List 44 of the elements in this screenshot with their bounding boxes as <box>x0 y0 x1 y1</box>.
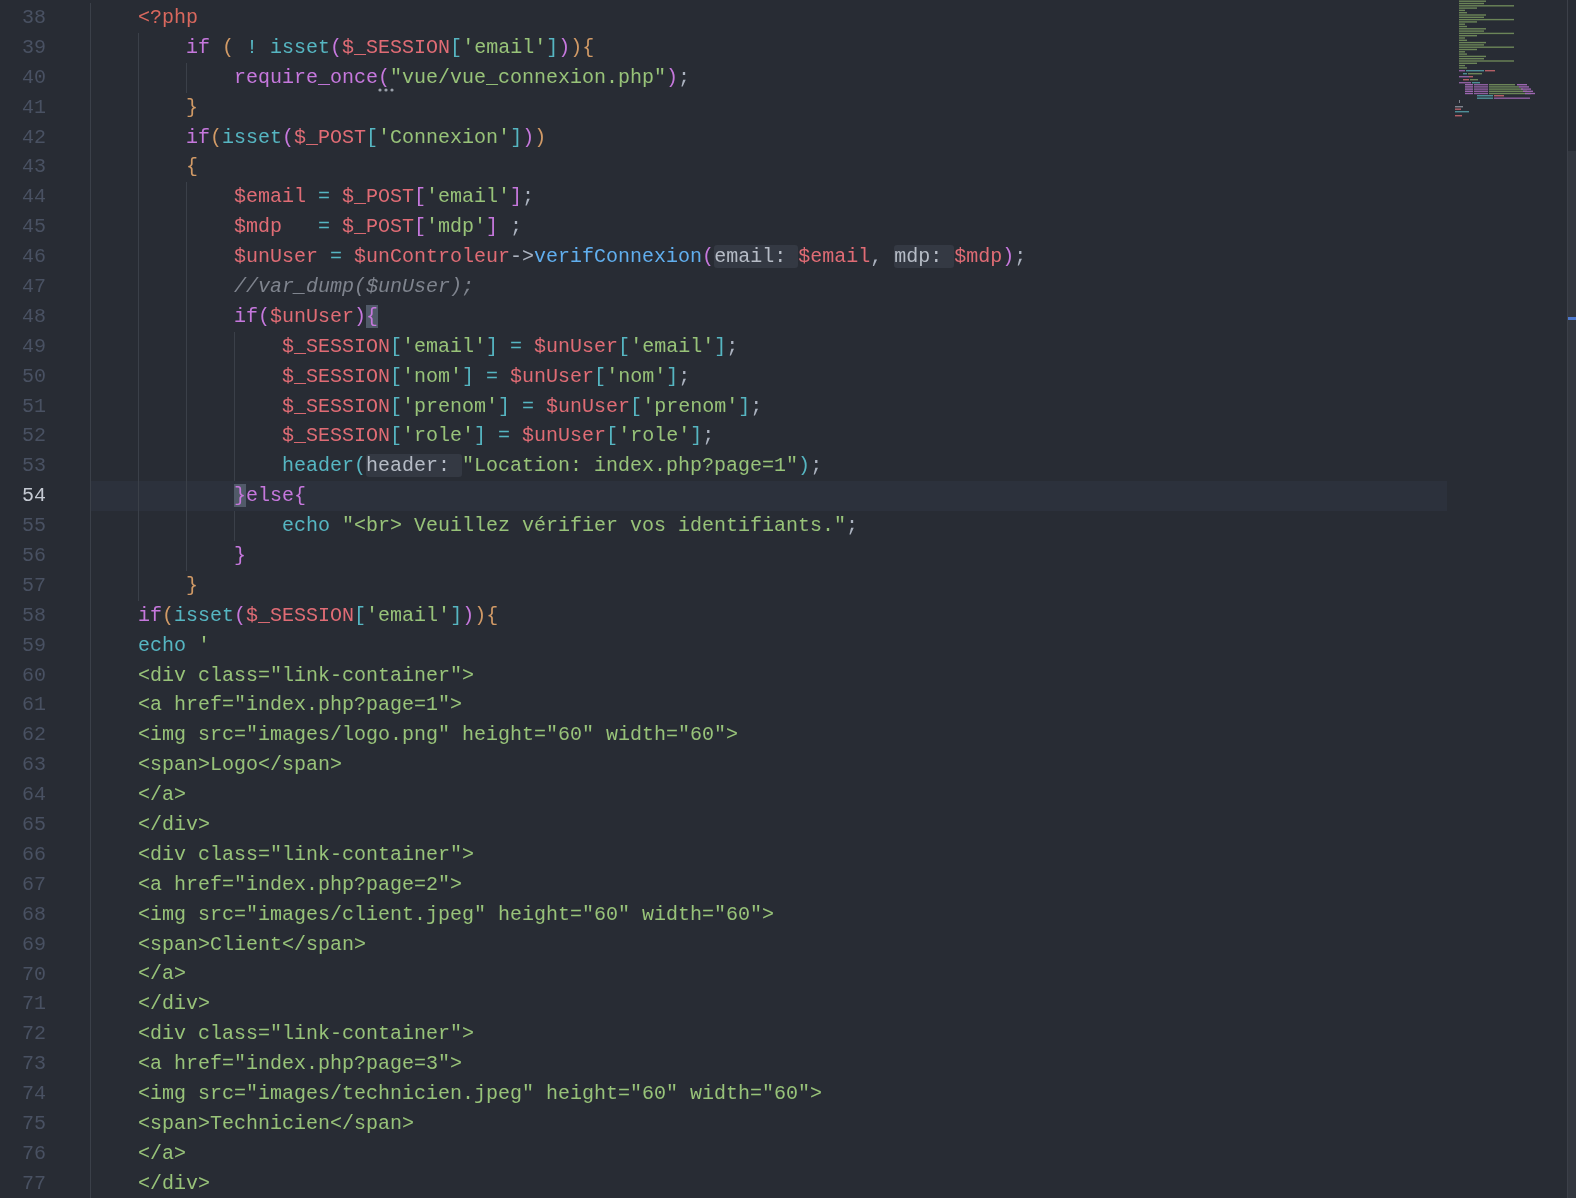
code-line: </div> <box>138 814 210 836</box>
code-line: } <box>234 544 246 567</box>
scrollbar-thumb[interactable] <box>1568 151 1576 1198</box>
code-line: <div class="link-container"> <box>138 843 475 866</box>
code-line: require_once("vue/vue_connexion.php"); <box>234 66 691 89</box>
code-line: </div> <box>138 993 210 1016</box>
code-line: <span>Logo</span> <box>138 754 343 777</box>
code-line: <img src="images/logo.png" height="60" width="60"> <box>138 724 739 747</box>
code-line: if(isset($_SESSION['email'])){ <box>138 604 499 627</box>
code-line: <img src="images/technicien.jpeg" height="60" width="60"> <box>138 1083 823 1105</box>
code-line: } <box>186 574 198 597</box>
code-line: $mdp = $_POST['mdp'] ; <box>234 216 523 239</box>
code-line: { <box>186 156 198 179</box>
minimap-drawing[interactable] <box>1455 0 1535 118</box>
line-number: 54 <box>21 483 47 510</box>
code-line: echo ' <box>138 634 211 657</box>
code-line: <img src="images/client.jpeg" height="60" width="60"> <box>138 903 775 926</box>
code-line: </a> <box>138 784 186 807</box>
code-line: } <box>186 96 198 119</box>
code-line: $email = $_POST['email']; <box>234 186 535 209</box>
code-line: $_SESSION['nom'] = $unUser['nom']; <box>282 365 691 388</box>
position-marker-icon <box>1568 317 1576 320</box>
code-line: <?php <box>138 6 198 29</box>
code-line: //var_dump($unUser); <box>234 275 475 298</box>
code-line: <span>Client</span> <box>138 933 367 956</box>
code-line: if(isset($_POST['Connexion'])) <box>186 126 547 149</box>
code-line: echo "<br> Veuillez vérifier vos identifiants."; <box>282 515 859 538</box>
code-line: <div class="link-container"> <box>138 1023 475 1046</box>
code-line: }else{ <box>234 485 307 508</box>
code-line: $_SESSION['email'] = $unUser['email']; <box>282 335 739 358</box>
code-line: if($unUser){ <box>234 305 379 328</box>
code-line: </a> <box>138 963 186 986</box>
code-line: <a href="index.php?page=3"> <box>138 1053 463 1076</box>
code-line: <a href="index.php?page=1"> <box>138 694 463 717</box>
code-line: header(header: "Location: index.php?page=1"); <box>282 455 823 478</box>
code-line: <div class="link-container"> <box>138 664 475 687</box>
code-line: $unUser = $unControleur->verifConnexion(email: $email, mdp: $mdp); <box>234 246 1027 269</box>
code-line: <a href="index.php?page=2"> <box>138 873 463 896</box>
code-line: $_SESSION['prenom'] = $unUser['prenom']; <box>282 395 763 418</box>
code-line: if ( ! isset($_SESSION['email'])){ <box>186 36 595 59</box>
code-line: </div> <box>138 1172 210 1195</box>
code-line: $_SESSION['role'] = $unUser['role']; <box>282 425 715 448</box>
code-line: <span>Technicien</span> <box>138 1112 415 1135</box>
code-line: </a> <box>138 1142 186 1165</box>
